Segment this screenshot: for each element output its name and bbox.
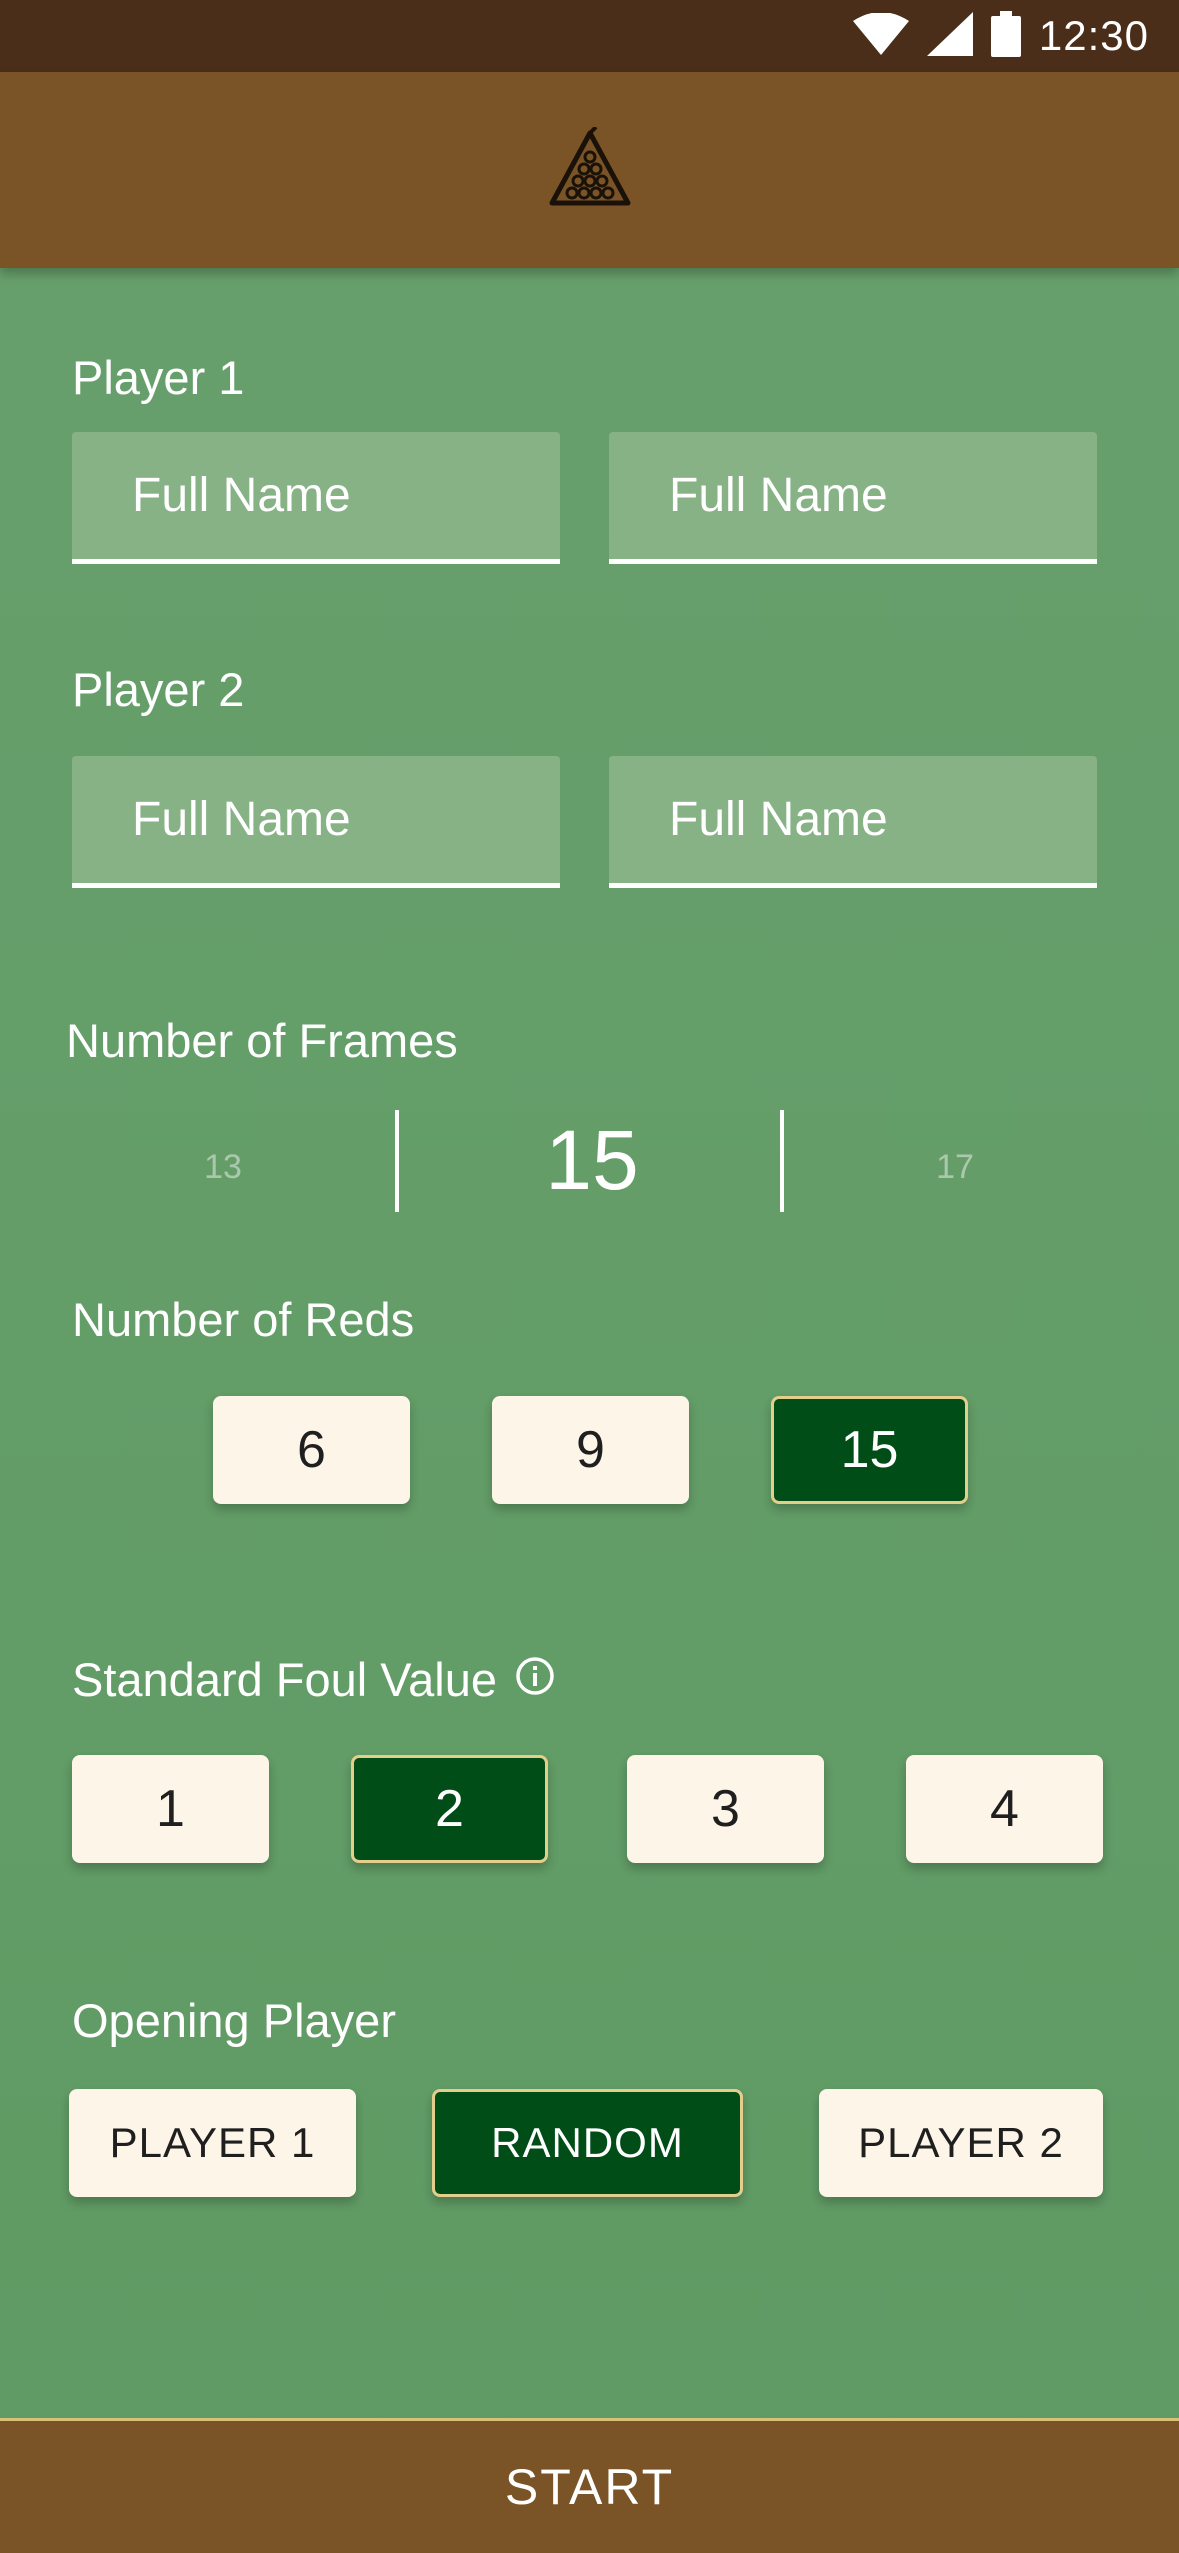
- app-bar: [0, 72, 1179, 268]
- reds-option-9[interactable]: 9: [492, 1396, 689, 1504]
- frames-current-value[interactable]: 15: [492, 1112, 692, 1209]
- foul-label-row: Standard Foul Value: [72, 1652, 555, 1707]
- player1-last-name-field[interactable]: [609, 432, 1097, 564]
- foul-label: Standard Foul Value: [72, 1653, 498, 1706]
- frames-label: Number of Frames: [66, 1014, 458, 1067]
- opening-option-player1[interactable]: PLAYER 1: [69, 2089, 356, 2197]
- frames-next-value[interactable]: 17: [855, 1148, 1055, 1187]
- player2-label: Player 2: [72, 663, 245, 716]
- player1-last-name-input[interactable]: [669, 468, 1097, 523]
- player1-first-name-input[interactable]: [132, 468, 560, 523]
- reds-option-6[interactable]: 6: [213, 1396, 410, 1504]
- player2-first-name-field[interactable]: [72, 756, 560, 888]
- info-icon[interactable]: [515, 1652, 555, 1707]
- status-bar: 12:30: [0, 0, 1179, 72]
- frames-divider-left: [395, 1110, 399, 1212]
- wifi-icon: [852, 11, 909, 60]
- opening-option-random[interactable]: RANDOM: [432, 2089, 743, 2197]
- billiard-rack-icon: [544, 125, 636, 214]
- foul-option-1[interactable]: 1: [72, 1755, 269, 1863]
- player2-last-name-input[interactable]: [669, 792, 1097, 847]
- reds-option-15[interactable]: 15: [771, 1396, 968, 1504]
- player1-label: Player 1: [72, 351, 245, 404]
- start-button[interactable]: START: [0, 2418, 1179, 2553]
- player1-first-name-field[interactable]: [72, 432, 560, 564]
- signal-icon: [926, 11, 973, 61]
- frames-prev-value[interactable]: 13: [123, 1148, 323, 1187]
- battery-icon: [990, 10, 1021, 62]
- reds-label: Number of Reds: [72, 1293, 415, 1346]
- opening-label: Opening Player: [72, 1994, 396, 2047]
- foul-option-3[interactable]: 3: [627, 1755, 824, 1863]
- foul-option-4[interactable]: 4: [906, 1755, 1103, 1863]
- player2-first-name-input[interactable]: [132, 792, 560, 847]
- player2-last-name-field[interactable]: [609, 756, 1097, 888]
- frames-divider-right: [780, 1110, 784, 1212]
- foul-option-2[interactable]: 2: [351, 1755, 548, 1863]
- opening-option-player2[interactable]: PLAYER 2: [819, 2089, 1103, 2197]
- status-time: 12:30: [1038, 12, 1149, 59]
